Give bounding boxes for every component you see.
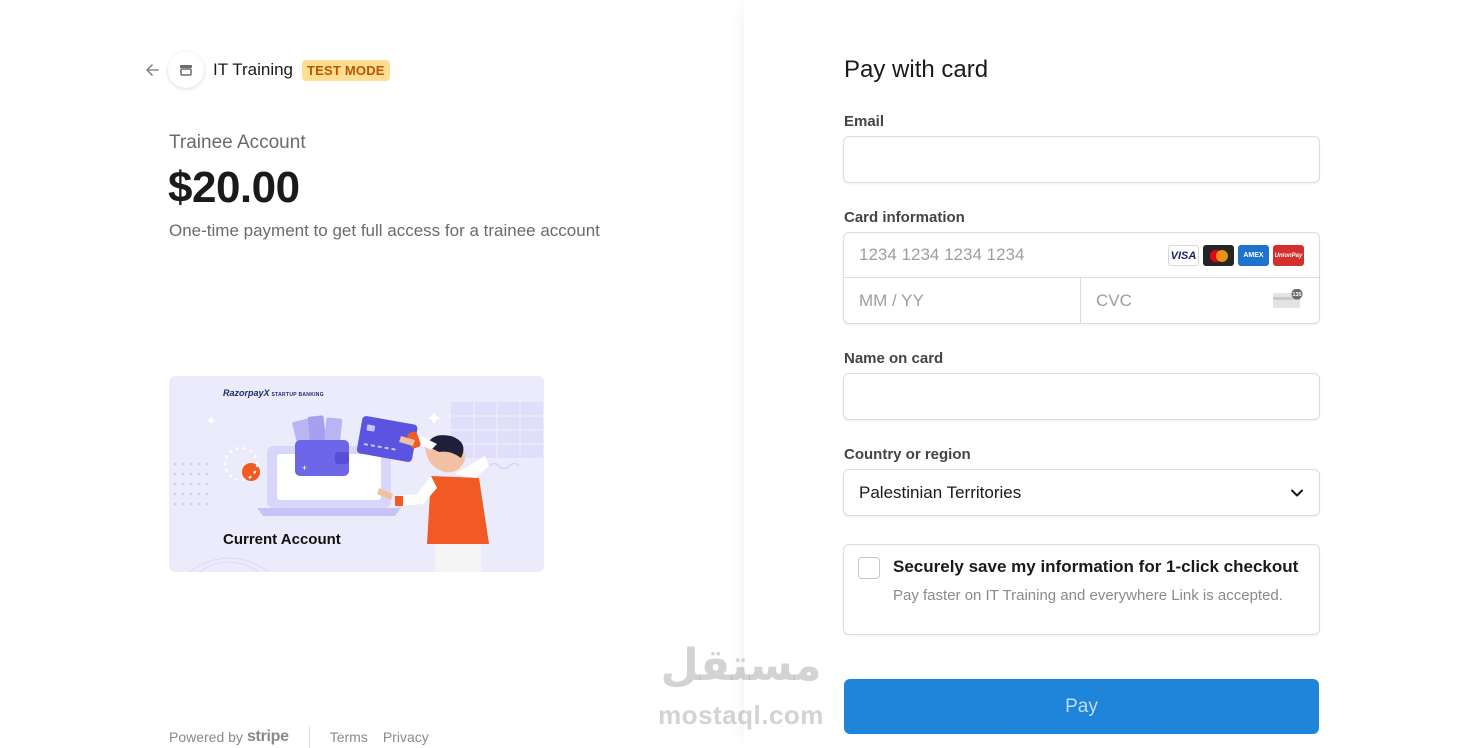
svg-text:135: 135 <box>1292 292 1301 298</box>
image-brand-logo: RazorpayX STARTUP BANKING <box>223 388 324 398</box>
cvc-card-icon: 135 <box>1273 289 1303 308</box>
pay-button[interactable]: Pay <box>844 679 1319 734</box>
product-image: + RazorpayX STARTUP BANKING Current Acco… <box>169 376 544 572</box>
save-info-checkbox[interactable] <box>858 557 880 579</box>
card-info-label: Card information <box>844 209 965 226</box>
form-title: Pay with card <box>844 56 989 83</box>
amex-icon: AMEX <box>1238 245 1269 266</box>
country-selected-value: Palestinian Territories <box>859 482 1022 502</box>
privacy-link[interactable]: Privacy <box>383 729 429 745</box>
order-summary-pane: IT Training TEST MODE Trainee Account $2… <box>0 0 744 748</box>
payment-form-pane: Pay with card Email Card information VIS… <box>744 0 1482 748</box>
email-field[interactable] <box>843 136 1320 183</box>
country-label: Country or region <box>844 446 971 463</box>
card-expiry-field[interactable] <box>844 278 1081 323</box>
stripe-logo: stripe <box>246 728 289 745</box>
powered-by-stripe[interactable]: Powered by stripe <box>169 728 289 746</box>
card-info-group: VISA AMEX UnionPay 135 <box>843 232 1320 324</box>
back-arrow-icon[interactable] <box>142 60 162 80</box>
product-description: One-time payment to get full access for … <box>169 221 600 240</box>
mastercard-icon <box>1203 245 1234 266</box>
merchant-name: IT Training <box>213 60 294 79</box>
pay-button-label: Pay <box>1065 695 1098 717</box>
email-label: Email <box>844 113 885 130</box>
product-price: $20.00 <box>168 163 300 212</box>
test-mode-badge: TEST MODE <box>302 59 390 81</box>
country-select[interactable]: Palestinian Territories <box>843 469 1320 516</box>
chevron-down-icon <box>1291 489 1303 497</box>
card-brands: VISA AMEX UnionPay <box>1168 245 1304 266</box>
header: IT Training TEST MODE <box>142 52 390 88</box>
name-on-card-field[interactable] <box>843 373 1320 420</box>
save-info-title: Securely save my information for 1-click… <box>893 557 1299 576</box>
name-on-card-label: Name on card <box>844 350 944 367</box>
product-name: Trainee Account <box>169 132 306 153</box>
store-icon <box>168 52 204 88</box>
visa-icon: VISA <box>1168 245 1199 266</box>
footer-divider <box>308 726 310 748</box>
terms-link[interactable]: Terms <box>330 729 368 745</box>
image-caption: Current Account <box>223 531 341 548</box>
unionpay-icon: UnionPay <box>1273 245 1304 266</box>
svg-text:+: + <box>302 463 307 473</box>
link-save-info-box: Securely save my information for 1-click… <box>843 544 1320 635</box>
save-info-description: Pay faster on IT Training and everywhere… <box>893 587 1283 604</box>
footer: Powered by stripe Terms Privacy <box>169 726 444 748</box>
